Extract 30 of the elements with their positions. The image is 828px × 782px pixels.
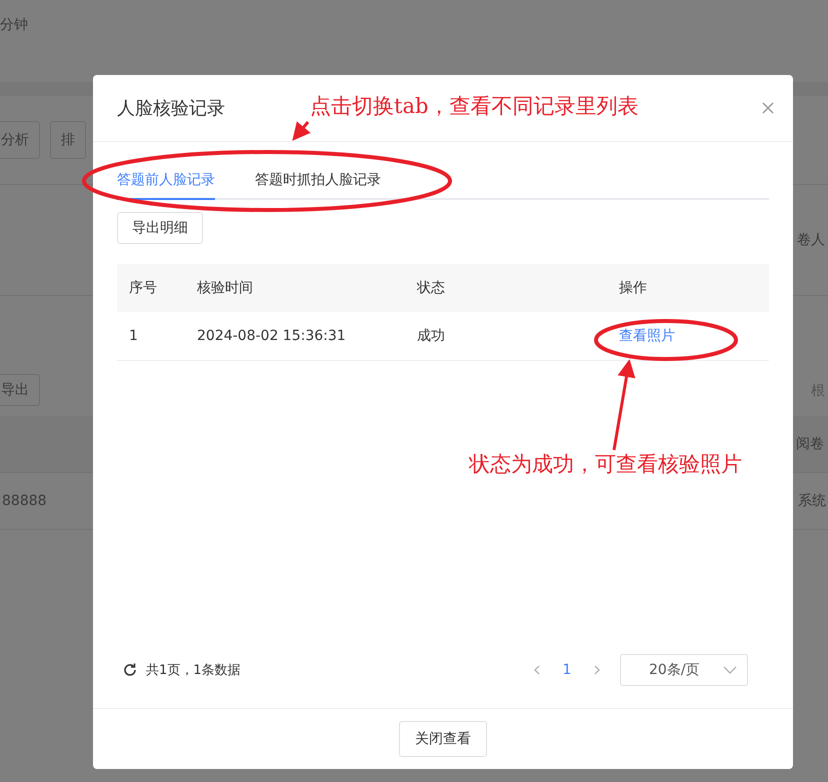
toolbar-button[interactable]: 排 [50,121,86,159]
arrow [292,121,311,141]
export-details-button[interactable]: 导出明细 [117,212,203,244]
annotation-text: 点击切换tab，查看不同记录里列表 [310,93,638,120]
page-text: 阅卷 [796,435,824,453]
chevron-down-icon [723,666,737,674]
page-text: 卷人 [797,231,825,249]
annotation-text: 状态为成功，可查看核验照片 [469,451,742,478]
page-number[interactable]: 1 [552,661,582,679]
dialog-title: 人脸核验记录 [117,97,225,120]
table-cell: 2024-08-02 15:36:31 [197,328,346,344]
pagination-summary: 共1页，1条数据 [146,662,241,679]
table-cell: 成功 [417,328,445,344]
page-size-select[interactable]: 20条/页 [620,654,748,686]
column-header: 操作 [607,264,769,312]
tab[interactable]: 答题时抓拍人脸记录 [255,170,381,200]
close-view-button[interactable]: 关闭查看 [399,721,487,757]
view-photo-link[interactable]: 查看照片 [619,328,675,344]
page-text: 分钟 [0,16,28,34]
column-header: 序号 [117,264,185,312]
column-header: 核验时间 [185,264,405,312]
table-cell: 1 [129,328,138,344]
tab[interactable]: 答题前人脸记录 [117,170,215,200]
close-icon[interactable] [761,101,775,115]
toolbar-button[interactable]: 分析 [0,121,40,159]
table-cell: 88888 [2,493,47,509]
refresh-icon[interactable] [122,662,138,678]
column-header: 状态 [405,264,607,312]
export-button[interactable]: 导出 [0,374,40,406]
table-cell: 系统 [798,492,826,510]
